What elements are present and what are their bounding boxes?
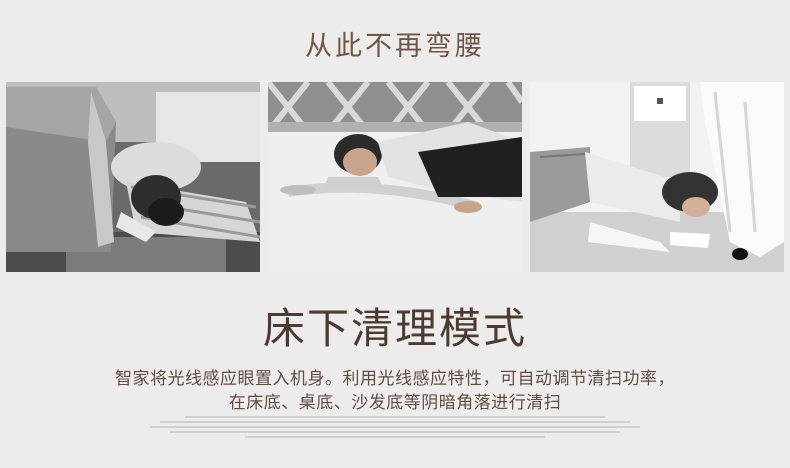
mode-title: 床下清理模式 — [262, 304, 527, 353]
description-line-2: 在床底、桌底、沙发底等阴暗角落进行清扫 — [228, 393, 562, 413]
person-cleaning-floor-photo — [268, 82, 522, 272]
photo-strip — [6, 82, 784, 272]
person-kneeling-at-bed-photo — [530, 82, 784, 272]
description-line-1: 智家将光线感应眼置入机身。利用光线感应特性，可自动调节清扫功率， — [115, 369, 675, 389]
person-crawling-under-bed-photo — [6, 82, 260, 272]
fine-print-decoration — [150, 416, 640, 442]
page-subtitle: 从此不再弯腰 — [305, 31, 485, 62]
